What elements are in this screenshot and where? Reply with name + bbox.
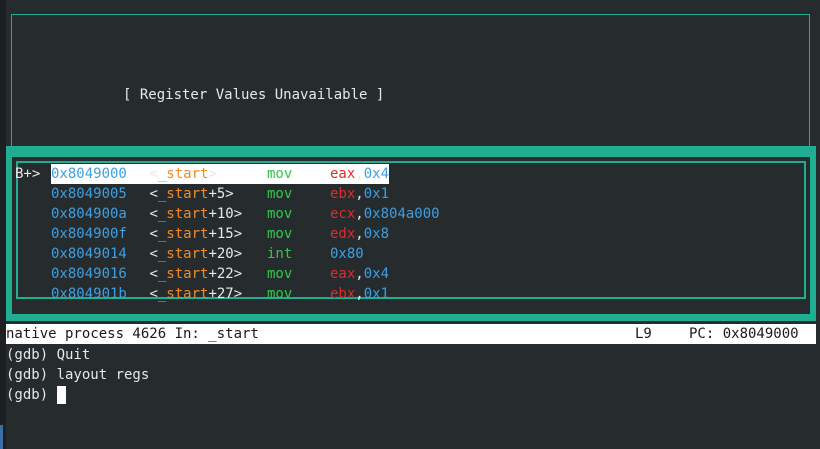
console-line: (gdb) layout regs [6, 367, 150, 383]
asm-mnemonic: mov [267, 226, 293, 242]
asm-address: 0x8049014 [51, 246, 127, 262]
asm-address: 0x804900f [51, 226, 127, 242]
status-line-number: L9 [635, 326, 652, 342]
asm-address: 0x8049016 [51, 266, 127, 282]
text-cursor [56, 386, 66, 404]
asm-mnemonic: mov [267, 164, 330, 184]
asm-address: 0x8049005 [51, 186, 127, 202]
asm-mnemonic: mov [267, 286, 293, 302]
asm-operands: ecx,0x804a000 [330, 206, 440, 222]
asm-row-current[interactable]: B+> 0x8049000 <_start> mov eax,0x4 [15, 164, 390, 184]
status-process: native process 4626 In: _start [6, 326, 259, 342]
asm-row[interactable]: 0x804901b <_start+27> mov ebx,0x1 [15, 284, 389, 304]
asm-function-offset: <_start+15> [149, 226, 243, 242]
register-unavailable-message: [ Register Values Unavailable ] [123, 87, 385, 103]
console-prompt: (gdb) [6, 387, 57, 403]
asm-function-offset: <_start+22> [149, 266, 243, 282]
asm-operands: 0x80 [330, 246, 364, 262]
asm-function-offset: <_start> [141, 164, 267, 184]
status-bar: native process 4626 In: _start L9 PC: 0x… [6, 324, 816, 344]
asm-row[interactable]: 0x804900a <_start+10> mov ecx,0x804a000 [15, 204, 440, 224]
asm-function-offset: <_start+20> [149, 246, 243, 262]
asm-mnemonic: mov [267, 206, 293, 222]
asm-address: 0x8049000 [51, 164, 141, 184]
asm-operands: edx,0x8 [330, 226, 390, 242]
asm-address: 0x804900a [51, 206, 127, 222]
asm-mnemonic: mov [267, 186, 293, 202]
asm-operands: ebx,0x1 [330, 286, 390, 302]
asm-operands: ebx,0x1 [330, 186, 390, 202]
asm-row[interactable]: 0x804900f <_start+15> mov edx,0x8 [15, 224, 389, 244]
console-prompt-line[interactable]: (gdb) [6, 385, 66, 405]
asm-mnemonic: mov [267, 266, 293, 282]
register-window [11, 14, 810, 152]
asm-mnemonic: int [267, 246, 293, 262]
asm-row[interactable]: 0x8049005 <_start+5> mov ebx,0x1 [15, 184, 389, 204]
asm-operands: eax,0x4 [330, 164, 390, 184]
left-edge-accent [0, 425, 3, 449]
console-line: (gdb) Quit [6, 347, 91, 363]
asm-function-offset: <_start+27> [149, 286, 243, 302]
asm-row[interactable]: 0x8049016 <_start+22> mov eax,0x4 [15, 264, 389, 284]
breakpoint-marker: B+> [15, 166, 41, 182]
asm-address: 0x804901b [51, 286, 127, 302]
asm-row[interactable]: 0x8049014 <_start+20> int 0x80 [15, 244, 364, 264]
status-program-counter: PC: 0x8049000 [689, 326, 799, 342]
asm-function-offset: <_start+5> [149, 186, 234, 202]
asm-operands: eax,0x4 [330, 266, 390, 282]
asm-function-offset: <_start+10> [149, 206, 243, 222]
